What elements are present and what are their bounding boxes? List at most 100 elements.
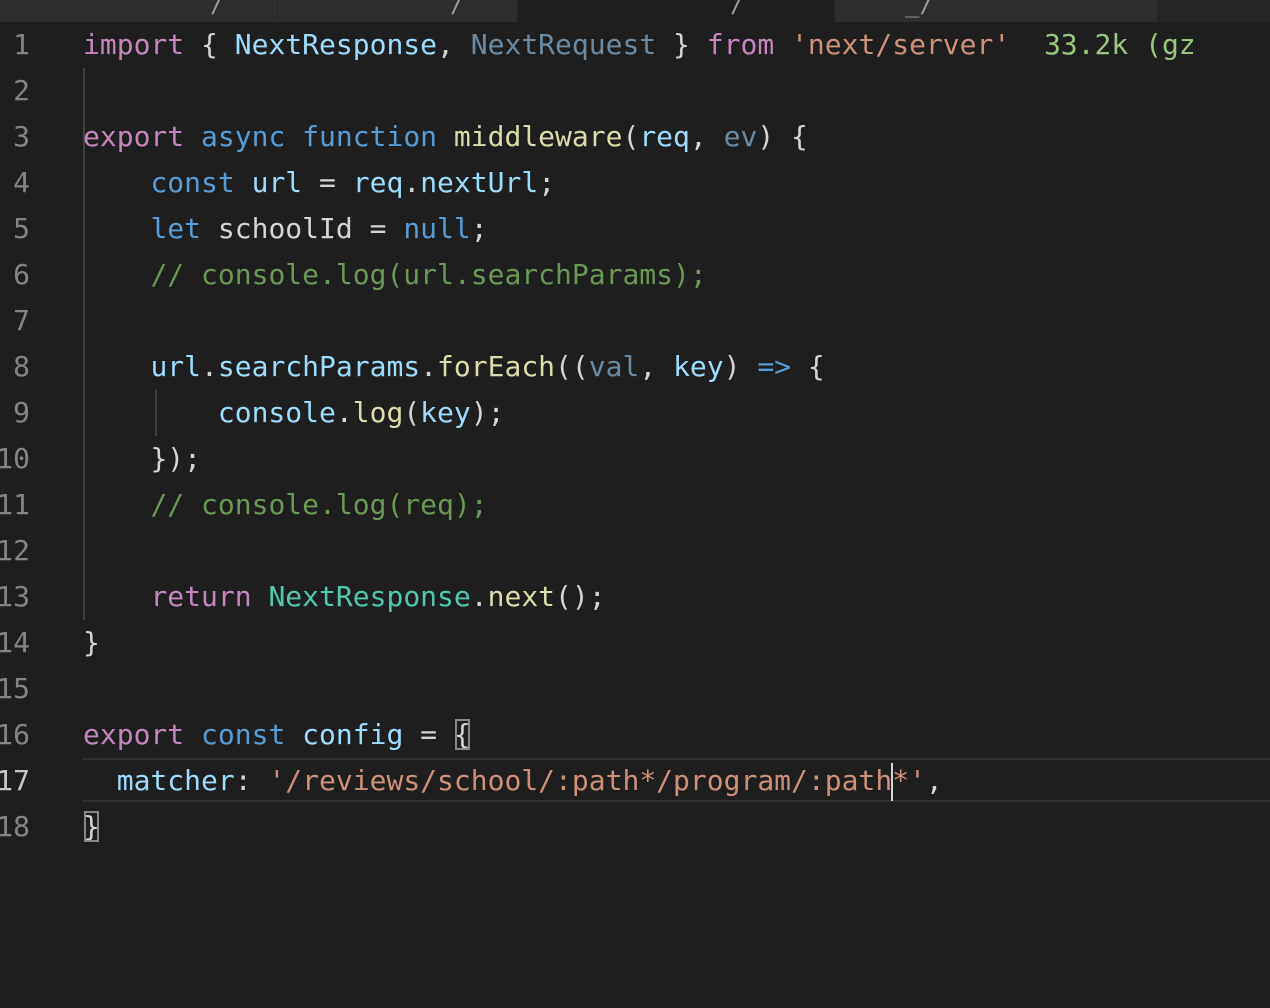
code-token: . — [470, 580, 488, 613]
code-line[interactable]: 18} — [0, 804, 1270, 850]
code-token: { — [791, 350, 825, 383]
code-line[interactable]: 17 matcher: '/reviews/school/:path*/prog… — [0, 758, 1270, 804]
code-line[interactable]: 4 const url = req.nextUrl; — [0, 160, 1270, 206]
line-number: 4 — [13, 166, 30, 199]
code-token: let — [150, 212, 202, 245]
import-cost-hint: 33.2k (gz — [1043, 28, 1196, 61]
code-line[interactable]: 1 import { NextResponse, NextRequest } fr… — [0, 22, 1270, 68]
code-token: } — [656, 28, 707, 61]
code-line[interactable]: 7 — [0, 298, 1270, 344]
code-token: , — [639, 350, 674, 383]
editor-tab-label: / — [210, 0, 225, 18]
line-content: export const config = { — [83, 712, 471, 758]
code-token: . — [201, 350, 218, 383]
line-number: 14 — [0, 626, 30, 659]
line-content: } — [83, 804, 100, 850]
line-number: 13 — [0, 580, 30, 613]
code-editor[interactable]: / / / _/ 1 import { NextResponse, NextReques… — [0, 0, 1270, 1008]
line-content: matcher: '/reviews/school/:path*/program… — [83, 758, 943, 804]
code-line[interactable]: 16 export const config = { — [0, 712, 1270, 758]
editor-tab-2[interactable]: / — [278, 0, 518, 22]
code-line[interactable]: 9 console.log(key); — [0, 390, 1270, 436]
line-number: 15 — [0, 672, 30, 705]
code-token: , — [437, 28, 471, 61]
code-token: . — [420, 350, 438, 383]
code-token: ) { — [757, 120, 808, 153]
code-line[interactable]: 6 // console.log(url.searchParams); — [0, 252, 1270, 298]
code-token: NextResponse — [234, 28, 438, 61]
code-token: ; — [470, 212, 488, 245]
code-token: (( — [555, 350, 589, 383]
code-token: const — [150, 166, 235, 199]
line-number: 5 — [13, 212, 30, 245]
tab-bar-empty-area — [1158, 0, 1270, 22]
code-token: url — [150, 350, 202, 383]
code-token: searchParams — [217, 350, 421, 383]
code-token: nextUrl — [420, 166, 539, 199]
code-line[interactable]: 3 export async function middleware(req, e… — [0, 114, 1270, 160]
code-token: , — [925, 764, 943, 797]
code-token: middleware — [453, 120, 623, 153]
code-token: null — [403, 212, 471, 245]
editor-tab-1[interactable]: / — [0, 0, 278, 22]
code-token: ); — [470, 396, 505, 429]
line-number: 8 — [13, 350, 30, 383]
code-token: from — [706, 28, 775, 61]
code-token: (); — [555, 580, 606, 613]
editor-tab-4[interactable]: _/ — [835, 0, 1158, 22]
code-token: // console.log(req); — [150, 488, 488, 521]
code-token: req — [639, 120, 690, 153]
code-token: import — [83, 28, 185, 61]
code-line[interactable]: 5 let schoolId = null; — [0, 206, 1270, 252]
editor-tab-bar: / / / _/ — [0, 0, 1270, 22]
code-token: ev — [723, 120, 758, 153]
code-line[interactable]: 15 — [0, 666, 1270, 712]
code-line[interactable]: 13 return NextResponse.next(); — [0, 574, 1270, 620]
matching-brace: } — [83, 810, 100, 843]
code-token: { — [184, 28, 235, 61]
code-token: . — [403, 166, 421, 199]
line-content: console.log(key); — [83, 390, 505, 436]
code-token: async — [201, 120, 286, 153]
code-line[interactable]: 14} — [0, 620, 1270, 666]
code-line[interactable]: 11 // console.log(req); — [0, 482, 1270, 528]
line-content: let schoolId = null; — [83, 206, 488, 252]
code-line[interactable]: 8 url.searchParams.forEach((val, key) =>… — [0, 344, 1270, 390]
line-number: 12 — [0, 534, 30, 567]
line-number: 10 — [0, 442, 30, 475]
editor-tab-3[interactable]: / — [518, 0, 835, 22]
code-token: next — [487, 580, 556, 613]
code-line[interactable]: 12 — [0, 528, 1270, 574]
code-token: return — [150, 580, 252, 613]
line-content: export async function middleware(req, ev… — [83, 114, 808, 160]
code-line[interactable]: 2 — [0, 68, 1270, 114]
code-line[interactable]: 10 }); — [0, 436, 1270, 482]
line-content: const url = req.nextUrl; — [83, 160, 555, 206]
code-token: key — [420, 396, 471, 429]
line-number: 2 — [13, 74, 30, 107]
code-area[interactable]: 1 import { NextResponse, NextRequest } fr… — [0, 22, 1270, 850]
editor-tab-label: / — [730, 0, 745, 18]
code-token: export — [83, 718, 185, 751]
line-number: 7 — [13, 304, 30, 337]
line-number: 17 — [0, 764, 30, 797]
matching-brace: { — [453, 718, 471, 751]
line-number: 1 — [13, 28, 30, 61]
line-content: return NextResponse.next(); — [83, 574, 606, 620]
line-content: // console.log(url.searchParams); — [83, 252, 706, 298]
code-token: : — [234, 764, 269, 797]
code-token: , — [689, 120, 724, 153]
code-token: config — [302, 718, 404, 751]
